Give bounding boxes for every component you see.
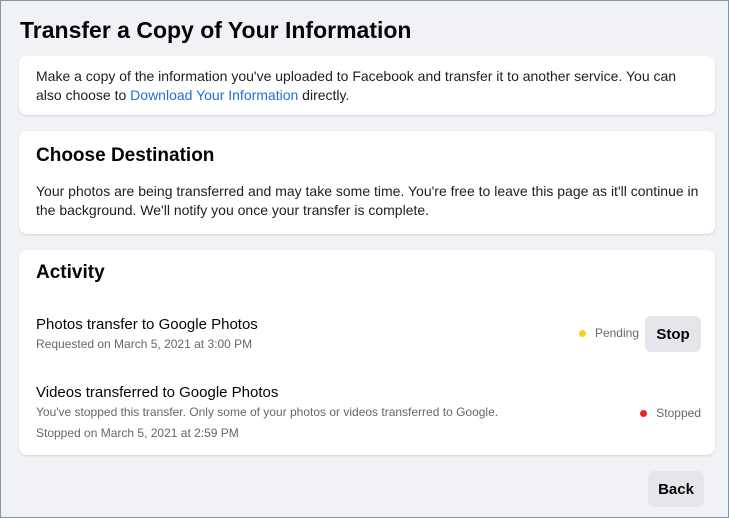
status-badge-stopped: Stopped bbox=[640, 406, 701, 420]
activity-item-subtitle: You've stopped this transfer. Only some … bbox=[36, 405, 499, 419]
destination-description: Your photos are being transferred and ma… bbox=[36, 183, 699, 218]
intro-text: Make a copy of the information you've up… bbox=[36, 67, 701, 105]
activity-item-title: Videos transferred to Google Photos bbox=[36, 384, 279, 401]
page-title: Transfer a Copy of Your Information bbox=[20, 17, 412, 43]
back-button[interactable]: Back bbox=[648, 471, 704, 507]
intro-card: Make a copy of the information you've up… bbox=[19, 56, 715, 115]
intro-text-after-link: directly. bbox=[298, 87, 350, 103]
stop-button[interactable]: Stop bbox=[645, 316, 701, 352]
stopped-dot-icon bbox=[640, 409, 648, 417]
activity-heading: Activity bbox=[36, 262, 105, 283]
activity-item-photos: Photos transfer to Google Photos Request… bbox=[36, 316, 701, 358]
status-label: Pending bbox=[594, 326, 639, 340]
download-your-information-link[interactable]: Download Your Information bbox=[130, 87, 298, 103]
choose-destination-heading: Choose Destination bbox=[36, 145, 215, 166]
activity-card: Activity Photos transfer to Google Photo… bbox=[19, 250, 715, 455]
pending-dot-icon bbox=[578, 329, 586, 337]
activity-item-detail: Stopped on March 5, 2021 at 2:59 PM bbox=[36, 426, 239, 440]
status-badge-pending: Pending bbox=[578, 326, 639, 340]
status-label: Stopped bbox=[656, 406, 701, 420]
activity-item-videos: Videos transferred to Google Photos You'… bbox=[36, 384, 701, 444]
choose-destination-card: Choose Destination Your photos are being… bbox=[19, 131, 715, 234]
